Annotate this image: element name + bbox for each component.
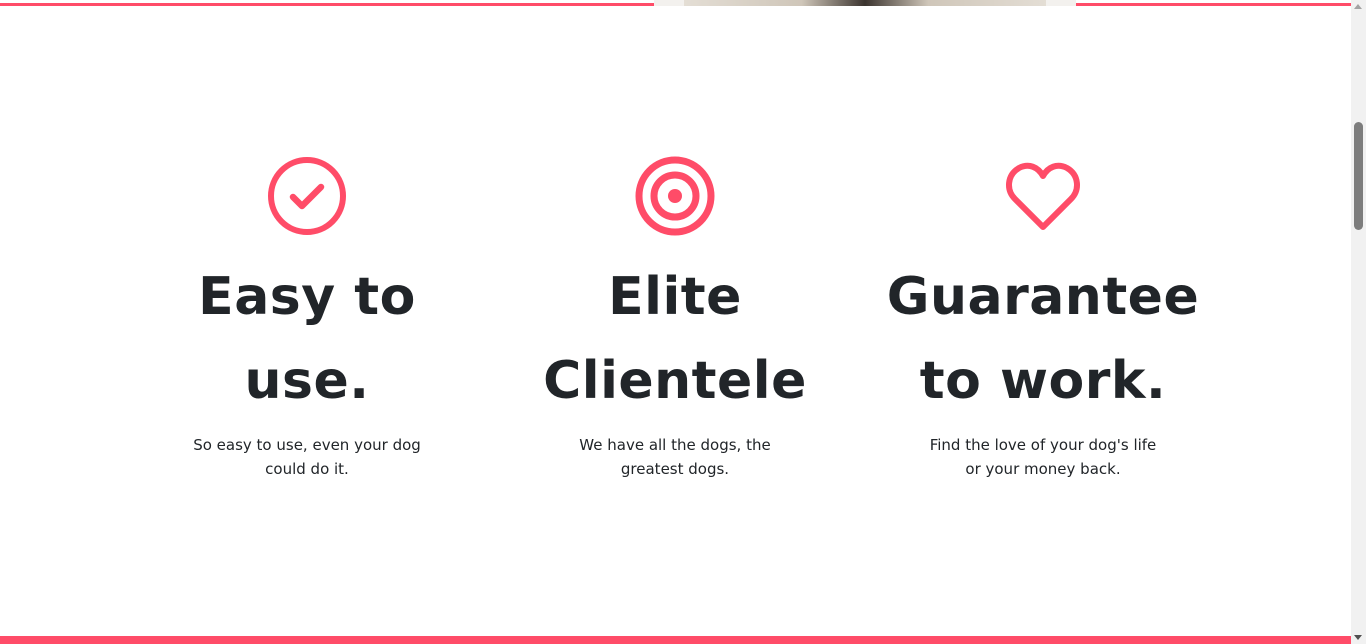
scroll-up-arrow-icon[interactable] [1354, 4, 1362, 9]
feature-title-line: Elite [608, 267, 742, 327]
feature-title: Easy to use. [127, 255, 487, 423]
feature-title-line: to work. [919, 351, 1167, 411]
feature-title-line: use. [244, 351, 370, 411]
feature-description-line: We have all the dogs, the [579, 436, 771, 454]
circle-check-icon [268, 157, 346, 235]
feature-title: Elite Clientele [495, 255, 855, 423]
feature-description-line: or your money back. [965, 460, 1121, 478]
bullseye-icon [635, 156, 715, 236]
scroll-down-arrow-icon[interactable] [1354, 635, 1362, 640]
feature-easy-to-use: Easy to use. So easy to use, even your d… [127, 155, 487, 481]
feature-description: Find the love of your dog's life or your… [918, 433, 1168, 481]
feature-description-line: So easy to use, even your dog [193, 436, 421, 454]
feature-elite-clientele: Elite Clientele We have all the dogs, th… [495, 155, 855, 481]
feature-title-line: Guarantee [886, 267, 1200, 327]
feature-description-line: could do it. [265, 460, 349, 478]
bottom-accent-strip [0, 636, 1351, 644]
feature-description-line: greatest dogs. [620, 460, 730, 478]
feature-description: We have all the dogs, the greatest dogs. [565, 433, 785, 481]
feature-description-line: Find the love of your dog's life [929, 436, 1157, 454]
feature-title: Guarantee to work. [863, 255, 1223, 423]
page-scrollbar[interactable] [1351, 0, 1366, 644]
feature-guarantee: Guarantee to work. Find the love of your… [863, 155, 1223, 481]
feature-title-line: Easy to [198, 267, 416, 327]
heart-icon [1006, 162, 1080, 230]
features-section: Easy to use. So easy to use, even your d… [0, 0, 1351, 636]
scrollbar-thumb[interactable] [1354, 122, 1363, 230]
feature-title-line: Clientele [543, 351, 807, 411]
feature-description: So easy to use, even your dog could do i… [182, 433, 432, 481]
